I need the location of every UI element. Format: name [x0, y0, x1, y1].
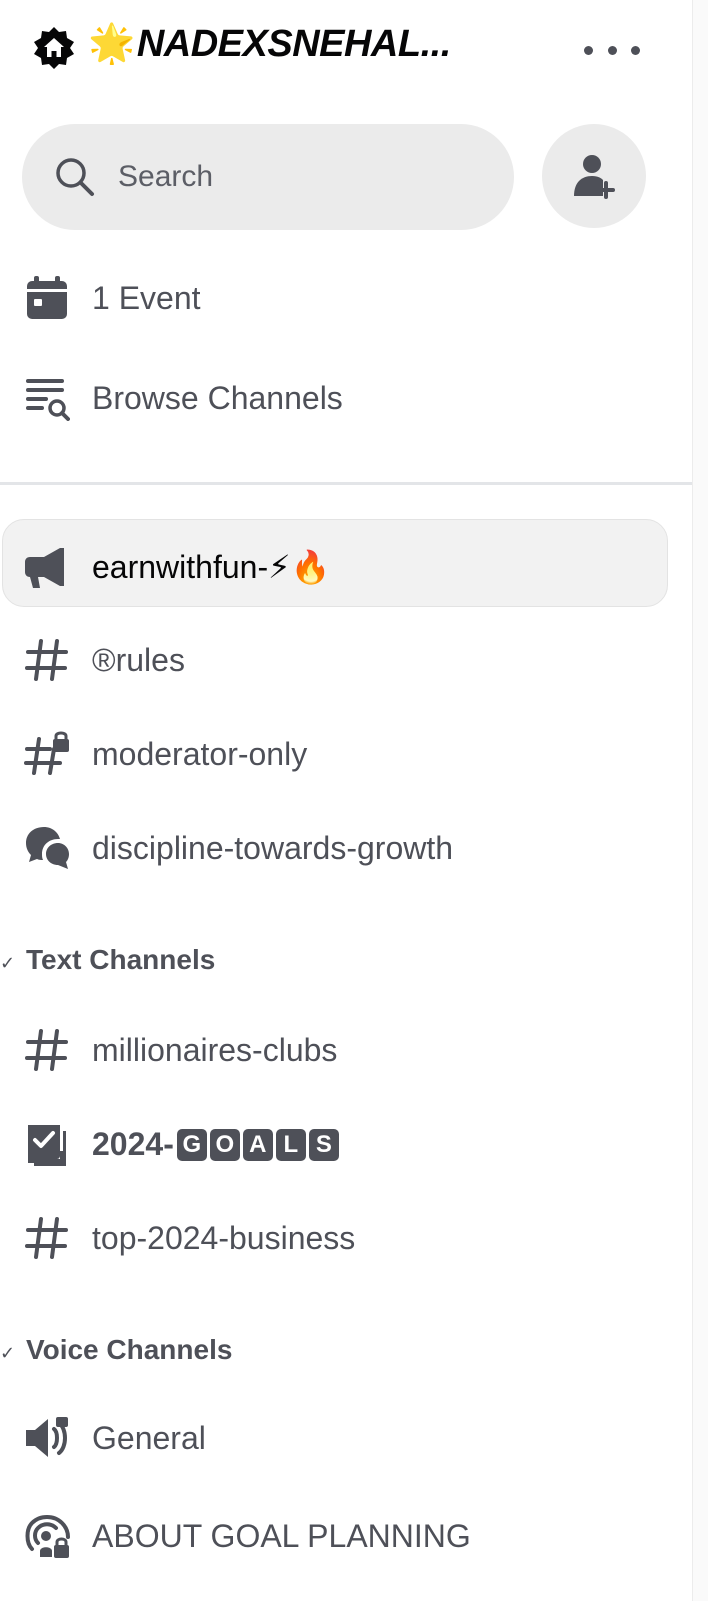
channel-label: ABOUT GOAL PLANNING: [92, 1518, 471, 1554]
browse-channels-icon: [26, 379, 70, 421]
search-bar[interactable]: [22, 124, 514, 230]
forum-icon: [26, 827, 69, 869]
divider: [0, 482, 692, 485]
category-text-channels[interactable]: ✓ Text Channels: [0, 942, 215, 981]
category-label: Voice Channels: [26, 1334, 233, 1365]
letter-box: S: [308, 1129, 339, 1161]
hashtag-icon: [25, 1217, 68, 1259]
channel-label: ®rules: [92, 642, 185, 678]
server-name-text: NADEXSNEHAL...: [136, 23, 451, 65]
checklist-icon: [28, 1125, 66, 1166]
channel-name: earnwithfun-: [92, 549, 269, 585]
chevron-down-icon: ✓: [0, 1343, 16, 1363]
hashtag-icon: [25, 1029, 68, 1071]
announcement-icon: [25, 548, 64, 588]
server-name[interactable]: 🌟NADEXSNEHAL...: [88, 22, 451, 66]
invite-members-button[interactable]: [542, 124, 646, 228]
server-home-badge-icon: [34, 27, 74, 69]
category-voice-channels[interactable]: ✓ Voice Channels: [0, 1332, 232, 1371]
channel-2024-goals[interactable]: 2024- G O A L S: [0, 1104, 692, 1184]
events-item[interactable]: 1 Event: [0, 258, 692, 338]
letter-box: A: [242, 1129, 273, 1161]
letter-box: L: [275, 1129, 306, 1161]
channel-label: earnwithfun-⚡🔥: [92, 547, 330, 587]
search-icon: [56, 158, 94, 196]
channel-name: 2024-: [92, 1126, 174, 1162]
channel-label: top-2024-business: [92, 1220, 356, 1256]
chevron-down-icon: ✓: [0, 953, 16, 973]
scroll-edge: [692, 0, 708, 1601]
channel-about-goal-planning[interactable]: ABOUT GOAL PLANNING: [0, 1496, 692, 1576]
locked-hashtag-icon: [24, 731, 69, 775]
browse-channels-item[interactable]: Browse Channels: [0, 358, 692, 438]
channel-label: General: [92, 1420, 206, 1456]
channel-label: discipline-towards-growth: [92, 830, 454, 866]
channel-millionaires-clubs[interactable]: millionaires-clubs: [0, 1010, 692, 1090]
channel-rules[interactable]: ®rules: [0, 620, 692, 700]
channel-general-voice[interactable]: General: [0, 1398, 692, 1478]
star-emoji: 🌟: [88, 23, 135, 65]
letter-box: O: [209, 1129, 240, 1161]
stage-channel-icon: [25, 1515, 70, 1558]
channel-emoji: ⚡🔥: [268, 549, 331, 585]
events-label: 1 Event: [92, 280, 201, 316]
channel-label: 2024- G O A L S: [92, 1124, 339, 1164]
add-user-icon: [574, 155, 615, 199]
letter-box: G: [176, 1129, 207, 1161]
voice-channel-icon: [26, 1417, 68, 1457]
browse-channels-label: Browse Channels: [92, 380, 343, 416]
channel-label: millionaires-clubs: [92, 1032, 338, 1068]
channel-moderator-only[interactable]: moderator-only: [0, 714, 692, 794]
calendar-icon: [27, 276, 67, 319]
channel-label: moderator-only: [92, 736, 308, 772]
channel-top-2024-business[interactable]: top-2024-business: [0, 1198, 692, 1278]
category-label: Text Channels: [26, 944, 216, 975]
server-header[interactable]: 🌟NADEXSNEHAL...: [0, 0, 692, 100]
channel-earnwithfun[interactable]: earnwithfun-⚡🔥: [0, 527, 692, 607]
search-input[interactable]: [118, 150, 478, 204]
more-options-icon[interactable]: [584, 30, 640, 70]
channel-discipline-towards-growth[interactable]: discipline-towards-growth: [0, 808, 692, 888]
hashtag-icon: [25, 639, 68, 681]
